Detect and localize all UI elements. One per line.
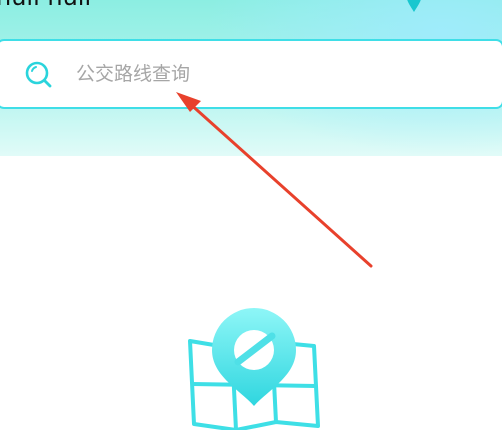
search-icon (25, 61, 52, 88)
location-label[interactable]: huli huli (0, 0, 91, 11)
search-bar[interactable] (0, 39, 502, 109)
map-pin-illustration (188, 308, 320, 430)
location-pin-icon[interactable] (402, 0, 426, 14)
search-input[interactable] (76, 58, 476, 90)
